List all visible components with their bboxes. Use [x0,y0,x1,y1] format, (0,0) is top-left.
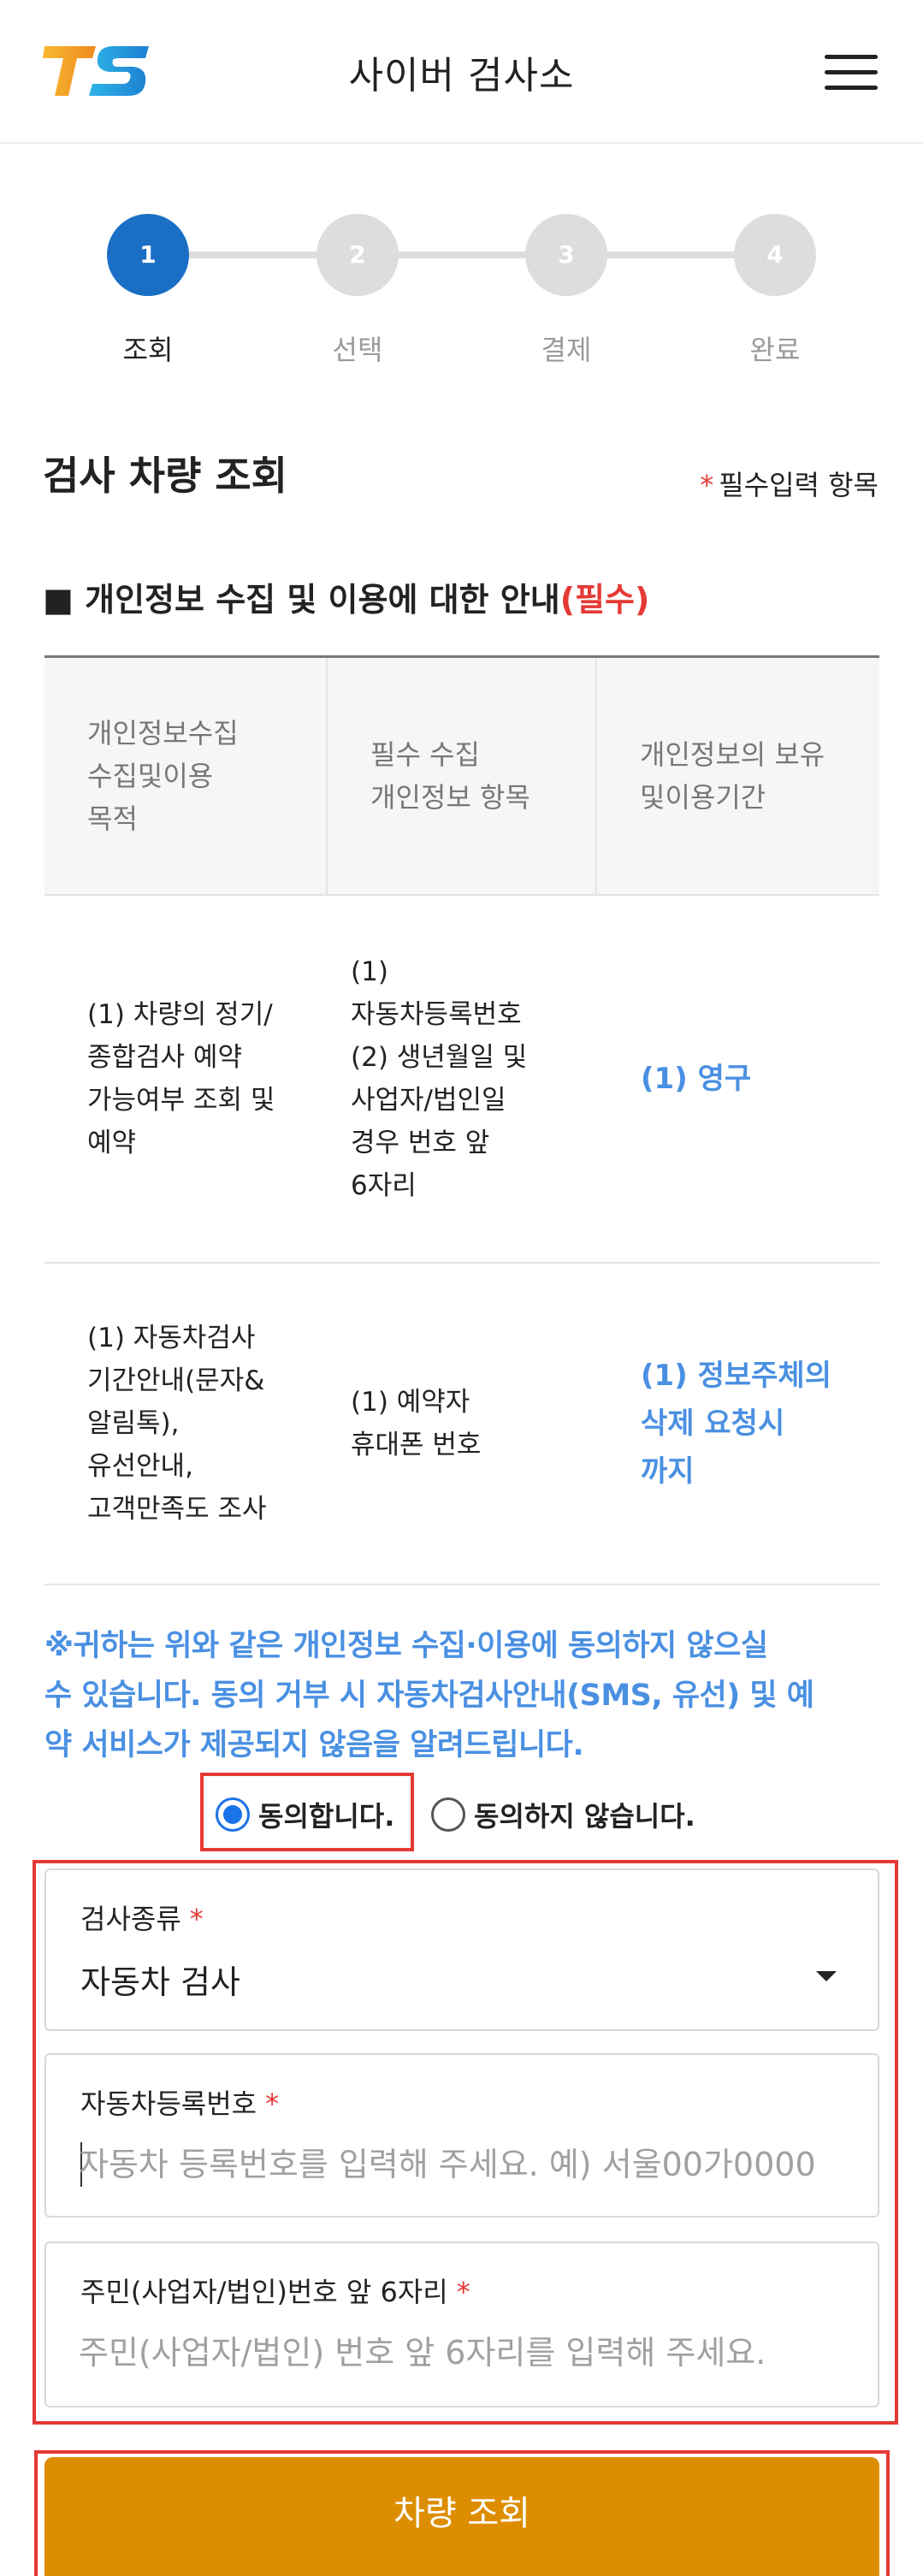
consent-radio-group: 동의합니다. 동의하지 않습니다. [0,1771,923,1853]
privacy-heading: ■ 개인정보 수집 및 이용에 대한 안내(필수) [43,573,649,620]
cell-purpose: (1) 차량의 정기/ 종합검사 예약 가능여부 조회 및 예약 [44,894,327,1264]
step-1-circle: 1 [107,214,189,296]
disagree-radio[interactable]: 동의하지 않습니다. [431,1795,695,1834]
step-2-circle: 2 [317,214,399,296]
cell-period: (1) 정보주체의 삭제 요청시 까지 [596,1262,879,1585]
id-number-label: 주민(사업자/법인)번호 앞 6자리 * [80,2276,470,2308]
inspection-type-select[interactable]: 검사종류 * 자동차 검사 [44,1868,879,2031]
page-header-title: 사이버 검사소 [348,54,575,98]
required-star: * [700,469,714,501]
header-period: 개인정보의 보유 및이용기간 [596,656,879,896]
privacy-table: 개인정보수집 수집및이용 목적 필수 수집 개인정보 항목 개인정보의 보유 및… [44,655,879,1585]
step-4-label: 완료 [749,334,801,366]
page-title: 검사 차량 조회 [43,453,287,499]
step-2-label: 선택 [332,334,383,366]
required-note-text: 필수입력 항목 [719,469,879,501]
privacy-heading-required: (필수) [559,581,650,619]
app-header: 사이버 검사소 [0,0,923,144]
inspection-type-label: 검사종류 * [80,1903,204,1935]
step-3: 3 결제 [498,205,635,368]
car-number-input[interactable] [79,2137,857,2192]
required-note: * 필수입력 항목 [700,464,879,503]
id-number-input[interactable] [79,2325,857,2380]
step-4-circle: 4 [734,214,816,296]
table-row: (1) 차량의 정기/ 종합검사 예약 가능여부 조회 및 예약 (1) 자동차… [44,894,879,1264]
progress-stepper: 1 조회 2 선택 3 결제 4 완료 [0,205,923,376]
cell-items: (1) 자동차등록번호 (2) 생년월일 및 사업자/법인일 경우 번호 앞 6… [327,894,596,1264]
step-1-label: 조회 [122,334,174,366]
cell-period: (1) 영구 [596,894,879,1264]
step-3-circle: 3 [525,214,607,296]
agree-radio[interactable]: 동의합니다. [216,1795,394,1834]
id-number-field: 주민(사업자/법인)번호 앞 6자리 * [44,2241,879,2407]
inspection-type-value[interactable]: 자동차 검사 [80,1956,240,2003]
header-items: 필수 수집 개인정보 항목 [327,656,597,896]
privacy-heading-text: ■ 개인정보 수집 및 이용에 대한 안내 [43,581,560,619]
disagree-label[interactable]: 동의하지 않습니다. [474,1795,695,1834]
cell-items: (1) 예약자 휴대폰 번호 [327,1262,596,1585]
car-number-field: 자동차등록번호 * [44,2053,879,2218]
consent-notice: ※귀하는 위와 같은 개인정보 수집·이용에 동의하지 않으실 수 있습니다. … [44,1629,814,1762]
stepper-track [150,252,774,258]
car-number-label: 자동차등록번호 * [80,2087,280,2120]
vehicle-search-button[interactable]: 차량 조회 [44,2457,879,2576]
step-1: 1 조회 [80,205,216,368]
header-purpose: 개인정보수집 수집및이용 목적 [44,656,328,896]
agree-label[interactable]: 동의합니다. [258,1795,394,1834]
cell-purpose: (1) 자동차검사 기간안내(문자& 알림톡), 유선안내, 고객만족도 조사 [44,1262,327,1585]
radio-checked-icon[interactable] [216,1797,250,1832]
step-3-label: 결제 [541,334,592,366]
hamburger-menu-icon[interactable] [825,53,878,94]
step-2: 2 선택 [289,205,426,368]
table-row: (1) 자동차검사 기간안내(문자& 알림톡), 유선안내, 고객만족도 조사 … [44,1262,879,1585]
table-header-row: 개인정보수집 수집및이용 목적 필수 수집 개인정보 항목 개인정보의 보유 및… [44,656,879,896]
dropdown-arrow-icon[interactable] [816,1971,837,1981]
step-4: 4 완료 [707,205,843,368]
radio-unchecked-icon[interactable] [431,1797,465,1832]
